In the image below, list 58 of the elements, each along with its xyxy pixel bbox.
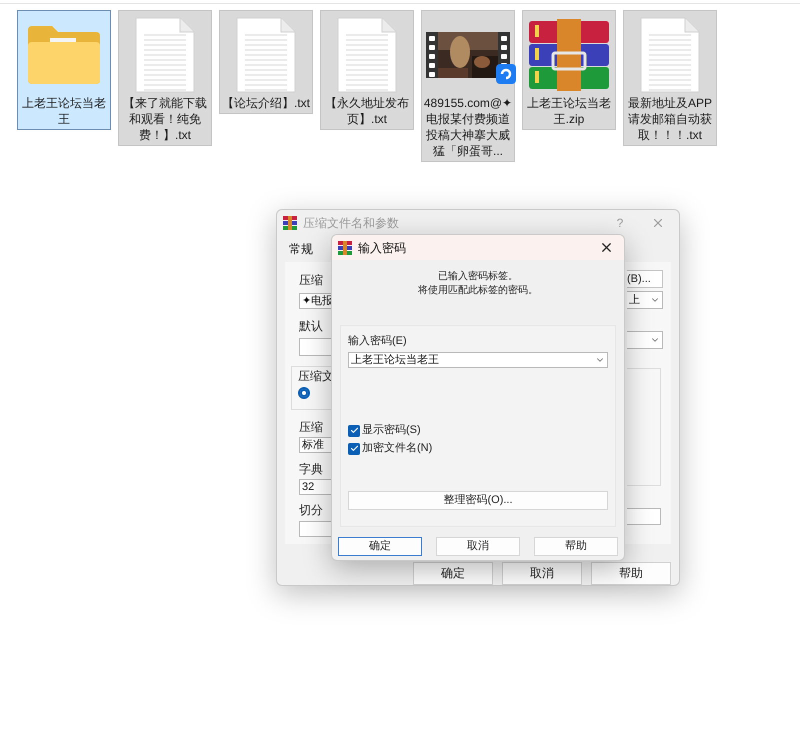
dropdown-field[interactable]: 标准 — [299, 436, 332, 453]
message-text: 已输入密码标签。 — [438, 270, 518, 283]
dropdown-field[interactable] — [627, 330, 663, 349]
text-file-icon — [639, 17, 701, 93]
password-combo[interactable]: 上老王论坛当老王 — [348, 352, 608, 368]
winrar-icon — [283, 216, 297, 230]
window-title: 压缩文件名和参数 — [303, 214, 399, 232]
password-value: 上老王论坛当老王 — [351, 353, 439, 367]
text-file-icon — [134, 17, 196, 93]
field-label: 压缩 — [299, 420, 324, 434]
dropdown-value: 上 — [629, 292, 640, 307]
window-title: 输入密码 — [358, 240, 406, 256]
winrar-icon — [338, 240, 352, 254]
desktop-item[interactable]: 上老王论坛当老王 — [17, 10, 111, 130]
field-label: 默认 — [299, 318, 324, 333]
checkbox[interactable] — [348, 442, 360, 454]
field-label: 压缩 — [299, 272, 324, 287]
organize-passwords-button[interactable]: 整理密码(O)... — [348, 491, 608, 510]
desktop-item[interactable]: 上老王论坛当老王.zip — [522, 10, 616, 130]
file-name: 最新地址及APP请发邮箱自动获取！！！.txt — [626, 95, 713, 143]
file-name: 上老王论坛当老王 — [21, 95, 107, 127]
field-label: 字典 — [299, 462, 324, 476]
checkbox-label: 加密文件名(N) — [362, 442, 432, 455]
file-name: 【论坛介绍】.txt — [221, 95, 311, 111]
folder-icon — [26, 24, 102, 86]
file-name: 【来了就能下载和观看！纯免费！】.txt — [122, 95, 208, 143]
desktop-item[interactable]: 489155.com@✦电报某付费频道投稿大神搴大威猛「卵蛋哥... — [421, 10, 515, 162]
desktop-item[interactable]: 最新地址及APP请发邮箱自动获取！！！.txt — [623, 10, 717, 146]
field-label: 切分 — [299, 502, 324, 517]
desktop-item[interactable]: 【论坛介绍】.txt — [219, 10, 313, 114]
dialog-button[interactable]: 帮助 — [534, 537, 618, 556]
sync-badge-icon — [496, 64, 516, 84]
dialog-button[interactable]: 取消 — [436, 537, 520, 556]
text-file-icon — [235, 17, 297, 93]
field-label: 输入密码(E) — [348, 335, 408, 348]
dialog-button[interactable]: 取消 — [502, 562, 582, 585]
dialog-button[interactable]: 确定 — [413, 562, 493, 585]
checkbox-label: 显示密码(S) — [362, 424, 421, 437]
desktop-item[interactable]: 【来了就能下载和观看！纯免费！】.txt — [118, 10, 212, 146]
browse-button[interactable]: (B)... — [627, 270, 663, 288]
file-name: 【永久地址发布页】.txt — [324, 95, 410, 127]
close-icon[interactable] — [599, 240, 614, 255]
file-name: 上老王论坛当老王.zip — [526, 95, 612, 127]
archive-books-icon — [527, 19, 611, 91]
dropdown-field[interactable] — [299, 338, 332, 356]
dropdown-field[interactable]: 32 — [299, 478, 332, 495]
radio-button[interactable] — [298, 386, 310, 399]
input-field[interactable] — [299, 520, 332, 537]
input-field[interactable] — [627, 508, 661, 525]
dialog-button[interactable]: 帮助 — [591, 562, 671, 585]
checkbox[interactable] — [348, 424, 360, 436]
dropdown-field[interactable]: 上 — [627, 290, 663, 309]
dialog-button[interactable]: 确定 — [338, 537, 422, 556]
desktop-item[interactable]: 【永久地址发布页】.txt — [320, 10, 414, 130]
message-text: 将使用匹配此标签的密码。 — [418, 284, 538, 297]
film-strip-icon — [426, 32, 438, 78]
file-name: 489155.com@✦电报某付费频道投稿大神搴大威猛「卵蛋哥... — [423, 95, 513, 159]
text-file-icon — [336, 17, 398, 93]
